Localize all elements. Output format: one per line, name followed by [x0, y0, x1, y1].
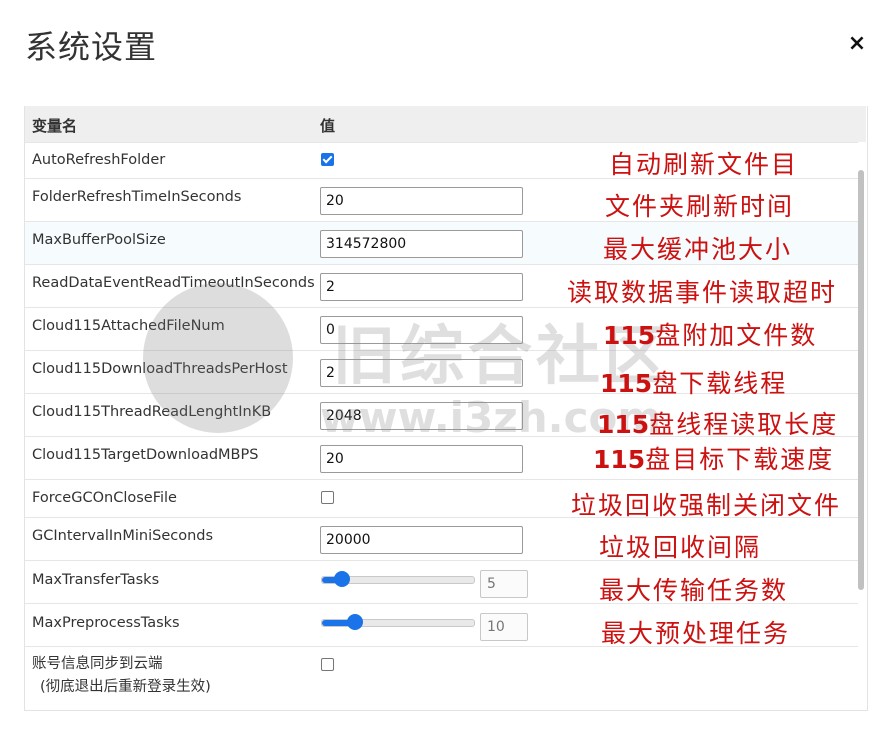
annotation-num: 115	[597, 410, 650, 439]
annotation-num: 115	[593, 445, 646, 474]
annotation: 最大缓冲池大小	[603, 235, 793, 264]
slider-thumb[interactable]	[347, 614, 363, 630]
annotation: 115盘下载线程	[600, 364, 787, 400]
max-transfer-tasks-slider[interactable]	[321, 571, 475, 587]
setting-name: AutoRefreshFolder	[32, 152, 166, 168]
setting-name: ForceGCOnCloseFile	[32, 490, 177, 506]
setting-name: MaxTransferTasks	[32, 572, 160, 588]
annotation: 读取数据事件读取超时	[567, 278, 838, 307]
annotation: 115盘线程读取长度	[597, 405, 838, 441]
max-buffer-pool-size-input[interactable]	[320, 230, 523, 258]
setting-name: 账号信息同步到云端 (彻底退出后重新登录生效)	[32, 653, 211, 699]
close-icon[interactable]: ×	[846, 30, 868, 58]
setting-name-main: 账号信息同步到云端	[32, 656, 163, 672]
annotation: 文件夹刷新时间	[605, 192, 795, 221]
sync-account-checkbox[interactable]	[321, 658, 334, 671]
column-header-value: 值	[320, 117, 336, 135]
watermark-logo	[143, 283, 293, 433]
annotation: 垃圾回收间隔	[599, 533, 762, 562]
scrollbar[interactable]	[858, 170, 864, 590]
annotation: 115盘附加文件数	[603, 316, 817, 352]
annotation-text: 盘下载线程	[652, 369, 788, 398]
folder-refresh-time-input[interactable]	[320, 187, 523, 215]
read-timeout-input[interactable]	[320, 273, 523, 301]
column-header-name: 变量名	[32, 117, 78, 135]
dialog-title: 系统设置	[25, 28, 158, 66]
setting-name: MaxBufferPoolSize	[32, 232, 166, 248]
table-row: 账号信息同步到云端 (彻底退出后重新登录生效)	[25, 646, 858, 710]
setting-name: Cloud115TargetDownloadMBPS	[32, 447, 259, 463]
auto-refresh-folder-checkbox[interactable]	[321, 153, 334, 166]
setting-name: FolderRefreshTimeInSeconds	[32, 189, 242, 205]
gc-interval-input[interactable]	[320, 526, 523, 554]
setting-name-sub: (彻底退出后重新登录生效)	[40, 679, 211, 695]
max-transfer-tasks-value: 5	[480, 570, 528, 598]
slider-thumb[interactable]	[334, 571, 350, 587]
setting-name: ReadDataEventReadTimeoutInSeconds	[32, 275, 315, 291]
max-preprocess-tasks-value: 10	[480, 613, 528, 641]
annotation-num: 115	[603, 321, 656, 350]
table-header: 变量名 值	[25, 106, 866, 142]
annotation-text: 盘目标下载速度	[645, 445, 835, 474]
force-gc-checkbox[interactable]	[321, 491, 334, 504]
annotation: 自动刷新文件目	[609, 150, 799, 179]
annotation-text: 盘线程读取长度	[649, 410, 839, 439]
annotation: 最大传输任务数	[599, 576, 789, 605]
setting-name: MaxPreprocessTasks	[32, 615, 180, 631]
annotation: 最大预处理任务	[601, 619, 791, 648]
annotation: 115盘目标下载速度	[593, 440, 834, 476]
target-download-mbps-input[interactable]	[320, 445, 523, 473]
max-preprocess-tasks-slider[interactable]	[321, 614, 475, 630]
annotation-num: 115	[600, 369, 653, 398]
annotation: 垃圾回收强制关闭文件	[571, 491, 842, 520]
setting-name: GCIntervalInMiniSeconds	[32, 528, 214, 544]
annotation-text: 盘附加文件数	[655, 321, 818, 350]
